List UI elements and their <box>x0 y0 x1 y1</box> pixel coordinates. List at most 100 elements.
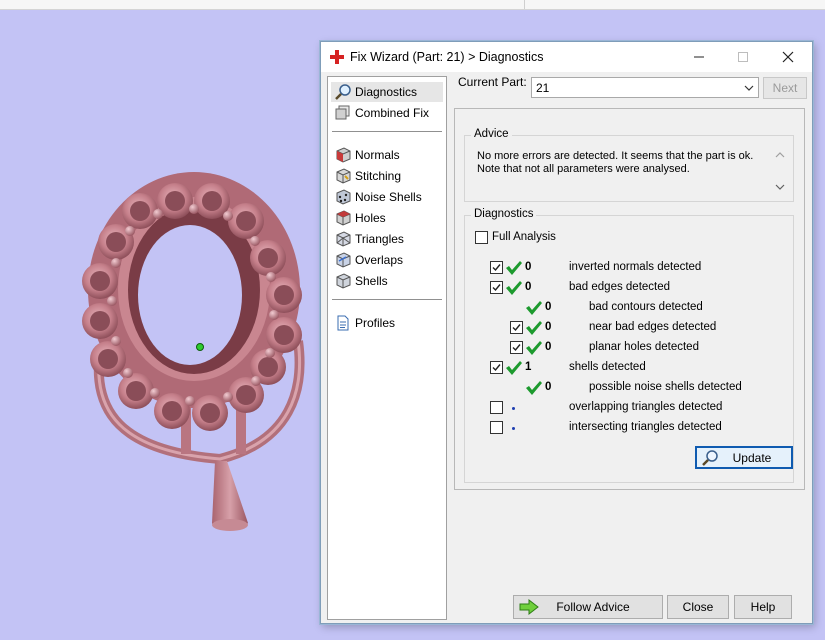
nav-item-overlaps[interactable]: Overlaps <box>331 250 443 270</box>
diagnostic-label: intersecting triangles detected <box>569 421 722 433</box>
noise-shells-cube-icon <box>336 189 351 205</box>
nav-item-stitching[interactable]: Stitching <box>331 166 443 186</box>
follow-advice-button[interactable]: Follow Advice <box>513 595 663 619</box>
pending-dot-icon <box>512 427 515 430</box>
diagnostic-checkbox[interactable] <box>490 401 503 414</box>
diagnostic-row: 0 near bad edges detected <box>465 320 785 336</box>
diagnostic-count: 0 <box>525 261 532 273</box>
green-arrow-icon <box>519 598 539 616</box>
nav-item-label: Shells <box>355 274 388 288</box>
nav-item-label: Normals <box>355 148 400 162</box>
diagnostic-checkbox[interactable] <box>490 421 503 434</box>
nav-item-label: Stitching <box>355 169 402 183</box>
green-check-icon <box>526 381 542 395</box>
nav-item-normals[interactable]: Normals <box>331 145 443 165</box>
diagnostic-checkbox[interactable] <box>490 361 503 374</box>
diagnostic-label: bad edges detected <box>569 281 671 293</box>
diagnostic-label: shells detected <box>569 361 646 373</box>
maximize-icon[interactable] <box>721 42 765 72</box>
nav-item-diagnostics[interactable]: Diagnostics <box>331 82 443 102</box>
diagnostic-count: 0 <box>545 341 552 353</box>
top-strip-separator <box>524 0 525 9</box>
diagnostic-count: 0 <box>545 381 552 393</box>
nav-item-label: Combined Fix <box>355 106 430 120</box>
diagnostic-count: 0 <box>545 301 552 313</box>
overlaps-cube-icon <box>336 252 351 268</box>
diagnostic-row: intersecting triangles detected <box>465 420 785 436</box>
nav-item-holes[interactable]: Holes <box>331 208 443 228</box>
ring-model <box>82 172 305 531</box>
green-check-icon <box>506 261 522 275</box>
triangles-cube-icon <box>336 231 351 247</box>
diagnostic-checkbox[interactable] <box>510 321 523 334</box>
minimize-icon[interactable] <box>677 42 721 72</box>
checkmark-icon <box>492 364 501 372</box>
normals-cube-icon <box>336 147 351 163</box>
full-analysis-checkbox[interactable] <box>475 231 488 244</box>
green-check-icon <box>526 321 542 335</box>
update-label: Update <box>732 451 772 465</box>
checkmark-icon <box>512 324 521 332</box>
nav-item-label: Overlaps <box>355 253 404 267</box>
diagnostic-checkbox[interactable] <box>510 341 523 354</box>
diagnostic-count: 0 <box>525 281 532 293</box>
checkmark-icon <box>512 344 521 352</box>
nav-item-triangles[interactable]: Triangles <box>331 229 443 249</box>
nav-item-shells[interactable]: Shells <box>331 271 443 291</box>
combined-fix-icon <box>335 105 350 120</box>
green-check-icon <box>506 361 522 375</box>
full-analysis-label: Full Analysis <box>492 231 556 243</box>
green-check-icon <box>526 341 542 355</box>
nav-item-noise-shells[interactable]: Noise Shells <box>331 187 443 207</box>
nav-item-label: Triangles <box>355 232 404 246</box>
pending-dot-icon <box>512 407 515 410</box>
nav-separator <box>332 131 442 132</box>
diagnostic-label: near bad edges detected <box>589 321 717 333</box>
window-title: Fix Wizard (Part: 21) > Diagnostics <box>350 50 544 64</box>
advice-scrollbar[interactable] <box>773 148 787 194</box>
diagnostic-row: 0 possible noise shells detected <box>465 380 785 396</box>
diagnostic-checkbox[interactable] <box>490 261 503 274</box>
holes-cube-icon <box>336 210 351 226</box>
diagnostics-group: Diagnostics Full Analysis 0 inverted norm… <box>464 208 794 483</box>
full-analysis-row[interactable]: Full Analysis <box>475 230 595 246</box>
diagnostic-row: 1 shells detected <box>465 360 785 376</box>
nav-item-label: Diagnostics <box>355 85 418 99</box>
update-button[interactable]: Update <box>695 446 793 469</box>
title-bar[interactable]: Fix Wizard (Part: 21) > Diagnostics <box>321 42 812 72</box>
nav-item-combined-fix[interactable]: Combined Fix <box>331 103 443 123</box>
next-button[interactable]: Next <box>763 77 807 99</box>
close-icon[interactable] <box>766 42 810 72</box>
nav-separator <box>332 299 442 300</box>
help-button[interactable]: Help <box>734 595 792 619</box>
diagnostic-row: 0 inverted normals detected <box>465 260 785 276</box>
red-cross-icon <box>330 50 344 64</box>
advice-title: Advice <box>471 128 512 140</box>
diagnostic-label: inverted normals detected <box>569 261 702 273</box>
checkmark-icon <box>492 264 501 272</box>
fix-wizard-window: Fix Wizard (Part: 21) > Diagnostics Diag… <box>320 41 813 624</box>
current-part-label: Current Part: <box>458 75 527 89</box>
diagnostics-title: Diagnostics <box>471 208 537 220</box>
diagnostic-count: 0 <box>545 321 552 333</box>
chevron-down-icon <box>744 85 754 91</box>
document-icon <box>337 315 349 331</box>
diagnostic-checkbox[interactable] <box>490 281 503 294</box>
shells-cube-icon <box>336 273 351 289</box>
advice-text: No more errors are detected. It seems th… <box>477 150 754 175</box>
diagnostic-label: possible noise shells detected <box>589 381 742 393</box>
diagnostic-row: 0 bad edges detected <box>465 280 785 296</box>
diagnostics-panel: Advice No more errors are detected. It s… <box>454 108 805 490</box>
nav-item-label: Holes <box>355 211 386 225</box>
3d-viewport[interactable] <box>0 11 320 637</box>
diagnostic-count: 1 <box>525 361 532 373</box>
diagnostic-row: 0 planar holes detected <box>465 340 785 356</box>
nav-item-profiles[interactable]: Profiles <box>331 313 443 333</box>
advice-group: Advice No more errors are detected. It s… <box>464 128 794 202</box>
current-part-value: 21 <box>536 81 550 95</box>
diagnostic-label: planar holes detected <box>589 341 699 353</box>
current-part-select[interactable]: 21 <box>531 77 759 98</box>
close-button[interactable]: Close <box>667 595 729 619</box>
magnifier-icon <box>335 84 351 100</box>
top-strip <box>0 0 825 10</box>
